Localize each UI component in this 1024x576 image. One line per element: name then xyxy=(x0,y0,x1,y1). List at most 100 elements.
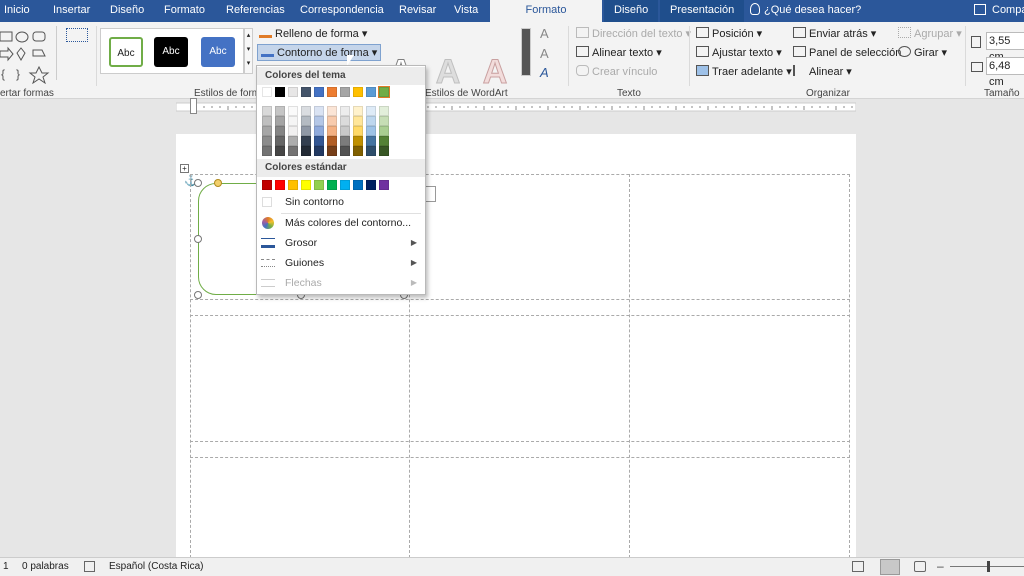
theme-color-swatch[interactable] xyxy=(301,87,311,97)
word-count[interactable]: 0 palabras xyxy=(22,558,69,575)
theme-color-swatch[interactable] xyxy=(314,116,324,126)
theme-color-swatch[interactable] xyxy=(327,126,337,136)
standard-color-swatch[interactable] xyxy=(353,180,363,190)
theme-color-swatch[interactable] xyxy=(340,116,350,126)
adjust-handle[interactable] xyxy=(214,179,222,187)
theme-color-swatch[interactable] xyxy=(262,136,272,146)
theme-color-swatch[interactable] xyxy=(327,136,337,146)
theme-color-swatch[interactable] xyxy=(275,87,285,97)
theme-color-swatch[interactable] xyxy=(340,126,350,136)
language-indicator[interactable]: Español (Costa Rica) xyxy=(109,558,203,575)
resize-handle[interactable] xyxy=(194,179,202,187)
zoom-out-icon[interactable]: – xyxy=(937,558,944,575)
scroll-shapes[interactable] xyxy=(56,26,62,80)
resize-handle[interactable] xyxy=(194,291,202,299)
no-outline-item[interactable]: Sin contorno xyxy=(257,192,425,212)
style-sample-black[interactable]: Abc xyxy=(154,37,188,67)
tab-presentacion[interactable]: Presentación xyxy=(660,0,745,22)
print-layout-icon[interactable] xyxy=(880,559,900,575)
standard-color-swatch[interactable] xyxy=(366,180,376,190)
style-sample-outline[interactable]: Abc xyxy=(109,37,143,67)
indent-marker-icon[interactable] xyxy=(190,98,197,114)
theme-color-swatch[interactable] xyxy=(340,106,350,116)
web-layout-icon[interactable] xyxy=(914,561,926,572)
theme-color-swatch[interactable] xyxy=(275,136,285,146)
theme-color-swatch[interactable] xyxy=(353,87,363,97)
more-colors-item[interactable]: Más colores del contorno... xyxy=(257,213,425,233)
page-indicator[interactable]: 1 xyxy=(3,558,9,575)
theme-color-swatch[interactable] xyxy=(288,126,298,136)
theme-color-swatch[interactable] xyxy=(301,106,311,116)
share-button[interactable]: Compa xyxy=(974,0,1024,22)
width-input[interactable]: 6,48 cm xyxy=(986,57,1024,88)
theme-color-swatch[interactable] xyxy=(288,136,298,146)
zoom-slider-thumb[interactable] xyxy=(987,561,990,572)
selection-pane-button[interactable]: Panel de selección xyxy=(793,45,901,62)
theme-color-swatch[interactable] xyxy=(314,126,324,136)
theme-color-swatch[interactable] xyxy=(301,136,311,146)
theme-color-swatch[interactable] xyxy=(340,87,350,97)
theme-color-swatch[interactable] xyxy=(379,146,389,156)
arrows-item[interactable]: Flechas ▶ xyxy=(257,273,425,293)
standard-color-swatch[interactable] xyxy=(327,180,337,190)
theme-color-swatch[interactable] xyxy=(275,106,285,116)
tab-inicio[interactable]: Inicio xyxy=(4,0,30,22)
tab-diseno[interactable]: Diseño xyxy=(110,0,144,22)
theme-color-swatch[interactable] xyxy=(288,106,298,116)
theme-color-swatch[interactable] xyxy=(288,146,298,156)
read-mode-icon[interactable] xyxy=(852,561,864,572)
rotate-button[interactable]: Girar ▾ xyxy=(898,45,947,62)
standard-color-swatch[interactable] xyxy=(275,180,285,190)
style-sample-blue[interactable]: Abc xyxy=(201,37,235,67)
theme-color-swatch[interactable] xyxy=(301,126,311,136)
tab-vista[interactable]: Vista xyxy=(454,0,478,22)
theme-color-swatch[interactable] xyxy=(275,126,285,136)
tell-me-box[interactable]: ¿Qué desea hacer? xyxy=(750,0,861,22)
theme-color-swatch[interactable] xyxy=(262,116,272,126)
theme-color-swatch[interactable] xyxy=(314,106,324,116)
theme-color-swatch[interactable] xyxy=(314,146,324,156)
theme-color-swatch[interactable] xyxy=(353,106,363,116)
standard-color-swatch[interactable] xyxy=(301,180,311,190)
theme-color-swatch[interactable] xyxy=(379,126,389,136)
standard-color-swatch[interactable] xyxy=(314,180,324,190)
group-button[interactable]: Agrupar ▾ xyxy=(898,26,962,43)
tab-correspondencia[interactable]: Correspondencia xyxy=(300,0,384,22)
theme-color-swatch[interactable] xyxy=(301,146,311,156)
theme-color-swatch[interactable] xyxy=(366,126,376,136)
theme-color-swatch[interactable] xyxy=(262,126,272,136)
theme-color-swatch[interactable] xyxy=(314,136,324,146)
theme-color-swatch[interactable] xyxy=(275,116,285,126)
theme-color-swatch[interactable] xyxy=(275,146,285,156)
theme-color-swatch[interactable] xyxy=(366,146,376,156)
theme-color-swatch[interactable] xyxy=(379,136,389,146)
theme-color-swatch[interactable] xyxy=(366,116,376,126)
theme-color-swatch[interactable] xyxy=(327,106,337,116)
standard-color-swatch[interactable] xyxy=(379,180,389,190)
theme-color-swatch[interactable] xyxy=(378,86,390,98)
theme-color-swatch[interactable] xyxy=(288,116,298,126)
theme-color-swatch[interactable] xyxy=(379,106,389,116)
theme-color-swatch[interactable] xyxy=(262,87,272,97)
tab-formato[interactable]: Formato xyxy=(164,0,205,22)
text-fill-icon[interactable]: A xyxy=(540,26,549,41)
weight-item[interactable]: Grosor ▶ xyxy=(257,233,425,253)
theme-color-swatch[interactable] xyxy=(314,87,324,97)
bring-forward-button[interactable]: Traer adelante ▾ xyxy=(696,64,792,81)
theme-color-swatch[interactable] xyxy=(262,106,272,116)
theme-color-swatch[interactable] xyxy=(288,87,298,97)
tab-formato-contextual[interactable]: Formato xyxy=(490,0,602,22)
text-outline-icon[interactable]: A xyxy=(540,46,549,61)
text-direction-button[interactable]: Dirección del texto ▾ xyxy=(576,26,691,43)
create-link-button[interactable]: Crear vínculo xyxy=(576,64,657,81)
resize-handle[interactable] xyxy=(194,235,202,243)
theme-color-swatch[interactable] xyxy=(353,146,363,156)
theme-color-swatch[interactable] xyxy=(366,87,376,97)
wrap-text-button[interactable]: Ajustar texto ▾ xyxy=(696,45,782,62)
theme-color-swatch[interactable] xyxy=(327,116,337,126)
standard-color-swatch[interactable] xyxy=(340,180,350,190)
standard-color-swatch[interactable] xyxy=(288,180,298,190)
wordart-scroll[interactable] xyxy=(521,28,531,76)
theme-color-swatch[interactable] xyxy=(340,146,350,156)
dashes-item[interactable]: Guiones ▶ xyxy=(257,253,425,273)
